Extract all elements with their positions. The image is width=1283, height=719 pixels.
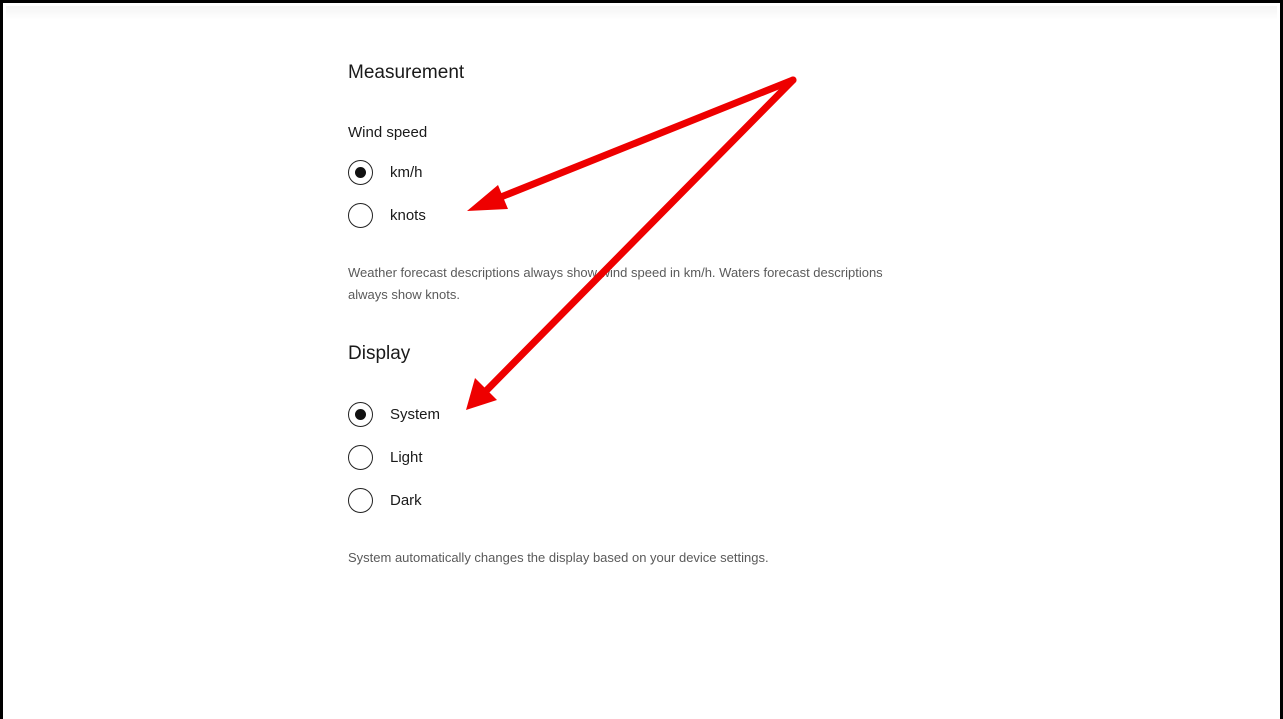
wind-speed-note: Weather forecast descriptions always sho… (348, 265, 883, 302)
radio-option-dark[interactable]: Dark (348, 485, 422, 515)
radio-button-knots[interactable] (348, 202, 373, 228)
display-title: Display (348, 343, 411, 364)
radio-button-dark[interactable] (348, 487, 373, 513)
radio-button-system[interactable] (348, 401, 373, 427)
wind-speed-label: Wind speed (348, 124, 428, 141)
screenshot-frame (0, 0, 1283, 719)
radio-option-kmh[interactable]: km/h (348, 157, 423, 187)
radio-button-kmh[interactable] (348, 159, 373, 185)
radio-option-knots[interactable]: knots (348, 200, 426, 230)
display-note: System automatically changes the display… (348, 550, 769, 565)
top-shadow (6, 6, 1277, 20)
measurement-title: Measurement (348, 62, 465, 83)
radio-option-system[interactable]: System (348, 399, 440, 429)
radio-button-light[interactable] (348, 444, 373, 470)
radio-selected-dot (355, 408, 366, 420)
radio-label-light: Light (390, 448, 423, 466)
radio-selected-dot (355, 166, 366, 178)
radio-label-dark: Dark (390, 491, 422, 509)
radio-option-light[interactable]: Light (348, 442, 423, 472)
radio-label-kmh: km/h (390, 163, 423, 181)
radio-label-knots: knots (390, 206, 426, 224)
radio-label-system: System (390, 405, 441, 423)
